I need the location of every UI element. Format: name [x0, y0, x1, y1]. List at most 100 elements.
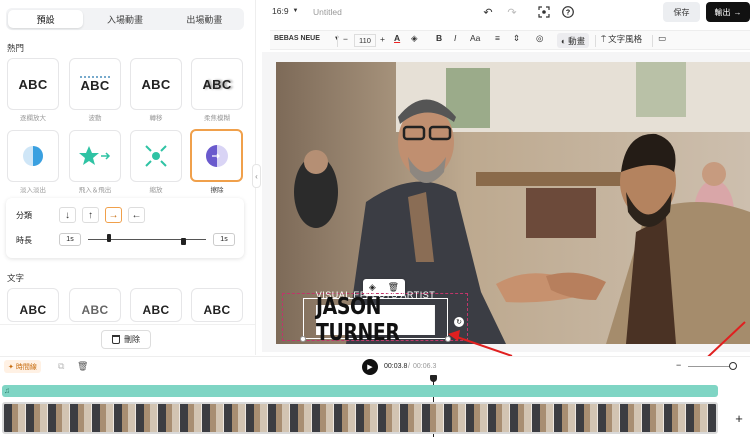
text-style-label: 文字風格 [608, 34, 643, 44]
video-thumbnails [4, 404, 716, 432]
tab-preset[interactable]: 預設 [8, 10, 84, 28]
redo-icon[interactable]: ↷ [504, 4, 520, 20]
text-color-icon[interactable]: A [394, 33, 400, 43]
export-label: 輸出 [714, 7, 731, 17]
total-time: 00:06.3 [413, 363, 437, 370]
resize-handle[interactable] [300, 336, 306, 342]
trash-icon[interactable]: 🗑 [77, 361, 88, 372]
direction-left-button[interactable]: ← [128, 207, 145, 223]
fly-star-icon [79, 146, 111, 165]
caption-title[interactable]: JASON TURNER [316, 294, 435, 346]
preset-card-8-selected[interactable] [190, 129, 243, 182]
preset-label-8: 擦除 [210, 187, 224, 194]
animation-button[interactable]: ◐ 動畫 [557, 33, 590, 48]
undo-icon[interactable]: ↶ [480, 4, 496, 20]
preset-label-2: 波動 [88, 115, 102, 122]
preset-card-2[interactable]: ABC [69, 58, 121, 110]
animation-options-popover: 分類 ↓ ↑ → ← 時長 1s 1s [6, 198, 244, 258]
align-icon[interactable]: ≡ [495, 33, 500, 43]
text-card-4[interactable]: ABC [191, 288, 243, 322]
spacing-icon[interactable]: ⇕ [513, 33, 520, 44]
text-case-icon[interactable]: Aa [470, 33, 480, 43]
preset-card-7[interactable] [130, 130, 182, 182]
text-abc-blur-icon: ABC [202, 76, 232, 92]
font-size-field[interactable]: 110 [354, 34, 376, 47]
direction-down-button[interactable]: ↓ [59, 207, 76, 223]
in-duration-value[interactable]: 1s [59, 233, 81, 246]
timeline-panel: ✦ 時間線 ⧉ 🗑 ▶ 00:03.8 / 00:06.3 − ♫ + [0, 356, 750, 437]
tab-entrance[interactable]: 入場動畫 [87, 10, 162, 28]
annotation-arrow-1 [448, 330, 513, 357]
aspect-ratio-value: 16:9 [272, 6, 289, 16]
duration-slider-start-handle[interactable] [107, 234, 111, 242]
animation-tabs: 預設 入場動畫 出場動畫 [6, 8, 244, 30]
screenshot-icon[interactable] [536, 4, 552, 20]
music-icon: ♫ [4, 386, 10, 395]
zoom-icon [145, 145, 167, 167]
preset-label-7: 縮放 [149, 187, 163, 194]
preset-label-5: 淡入淡出 [20, 187, 46, 194]
tab-exit[interactable]: 出場動畫 [167, 10, 242, 28]
preset-card-4[interactable]: ABC [191, 58, 243, 110]
help-icon[interactable]: ? [560, 4, 576, 20]
collapse-panel-handle[interactable]: ‹ [252, 164, 261, 188]
text-style-label: ABC [203, 303, 231, 317]
text-card-3[interactable]: ABC [130, 288, 182, 322]
delete-animation-button[interactable]: 刪除 [101, 330, 151, 349]
text-card-1[interactable]: ABC [7, 288, 59, 322]
preset-card-6[interactable] [69, 130, 121, 182]
italic-icon[interactable]: I [454, 33, 456, 43]
font-family-value: BEBAS NEUE [274, 35, 320, 42]
effects-icon[interactable]: ◎ [536, 33, 543, 44]
project-title[interactable]: Untitled [313, 7, 342, 17]
text-style-label: ABC [81, 303, 109, 317]
font-size-decrease-button[interactable]: − [343, 34, 348, 44]
preset-label-4: 柔焦模糊 [204, 115, 230, 122]
zoom-slider-track[interactable] [688, 366, 734, 367]
text-style-button[interactable]: ⍑ 文字風格 [601, 33, 642, 45]
bold-icon[interactable]: B [436, 33, 442, 43]
font-size-increase-button[interactable]: + [380, 34, 385, 44]
duration-slider-track[interactable] [88, 239, 206, 240]
playhead-handle[interactable] [430, 375, 437, 382]
text-abc-icon: ABC [18, 76, 48, 92]
video-track[interactable] [2, 402, 718, 434]
highlight-color-icon[interactable]: ◈ [411, 33, 418, 44]
trash-icon [112, 335, 120, 344]
text-toolbar: BEBAS NEUE ▼ − 110 + A ◈ B I Aa ≡ ⇕ ◎ ◐ … [270, 30, 750, 50]
preset-card-1[interactable]: ABC [7, 58, 59, 110]
divider [337, 35, 338, 47]
export-button[interactable]: 輸出 → [706, 2, 750, 22]
wipe-icon [205, 144, 228, 167]
play-button[interactable]: ▶ [362, 359, 378, 375]
zoom-out-icon[interactable]: − [676, 360, 681, 370]
aspect-ratio-select[interactable]: 16:9 ▼ [272, 6, 299, 16]
text-abc-shift-icon: ABC [141, 76, 171, 92]
brush-icon: ⍑ [601, 33, 607, 44]
arrow-right-icon: → [733, 7, 742, 17]
preset-label-1: 逐欄放大 [20, 115, 46, 122]
time-separator: / [408, 363, 410, 370]
text-card-2[interactable]: ABC [69, 288, 121, 322]
text-style-label: ABC [142, 303, 170, 317]
tag-icon: ✦ [8, 363, 14, 371]
preset-card-3[interactable]: ABC [130, 58, 182, 110]
zoom-slider-handle[interactable] [729, 362, 737, 370]
duration-slider-end-handle[interactable] [181, 238, 186, 245]
direction-right-button[interactable]: → [105, 207, 122, 223]
out-duration-value[interactable]: 1s [213, 233, 235, 246]
text-style-label: ABC [19, 303, 47, 317]
font-family-select[interactable]: BEBAS NEUE ▼ [274, 35, 340, 42]
preset-label-3: 轉移 [149, 115, 163, 122]
save-button[interactable]: 保存 [663, 2, 700, 22]
timeline-tag[interactable]: ✦ 時間線 [4, 360, 41, 373]
audio-track[interactable]: ♫ [2, 385, 718, 397]
tag-label: 時間線 [15, 363, 37, 371]
duration-label: 時長 [16, 236, 32, 245]
duplicate-icon[interactable]: ⧉ [58, 361, 64, 372]
preset-card-5[interactable] [7, 130, 59, 182]
add-clip-button[interactable]: + [730, 409, 748, 427]
divider [595, 35, 596, 47]
direction-up-button[interactable]: ↑ [82, 207, 99, 223]
comment-icon[interactable]: ▭ [658, 33, 666, 44]
